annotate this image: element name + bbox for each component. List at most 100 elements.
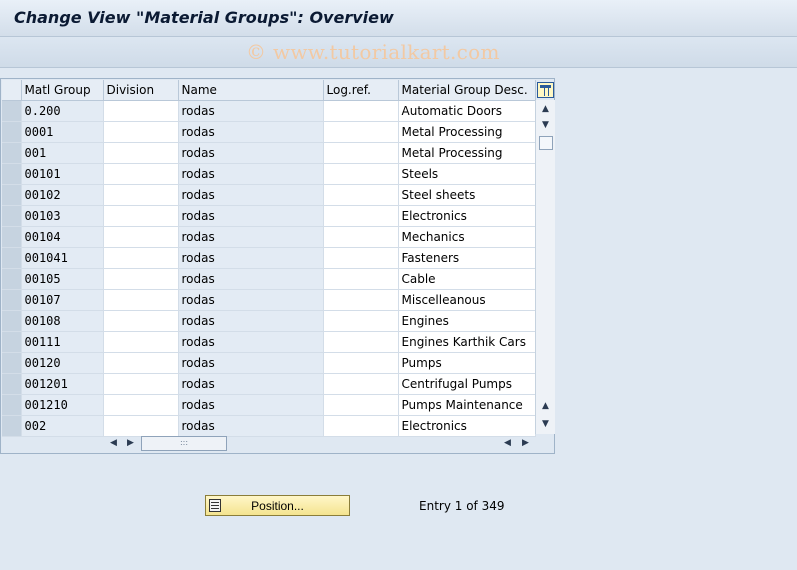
cell-matl-group[interactable]: 001201 bbox=[21, 373, 104, 395]
row-selector[interactable] bbox=[2, 373, 22, 395]
cell-log-ref[interactable] bbox=[323, 352, 399, 374]
cell-log-ref[interactable] bbox=[323, 331, 399, 353]
row-selector[interactable] bbox=[2, 415, 22, 437]
vertical-scrollbar[interactable]: ▲ ▼ ▲ ▼ bbox=[535, 100, 555, 434]
horizontal-scroll-thumb[interactable]: ::: bbox=[141, 436, 227, 451]
cell-division[interactable] bbox=[103, 121, 179, 143]
cell-name[interactable]: rodas bbox=[178, 142, 324, 164]
cell-division[interactable] bbox=[103, 373, 179, 395]
table-settings-icon[interactable] bbox=[537, 82, 554, 98]
cell-material-group-desc[interactable]: Cable bbox=[398, 268, 536, 290]
cell-log-ref[interactable] bbox=[323, 310, 399, 332]
scroll-right-icon[interactable]: ▶ bbox=[122, 436, 139, 450]
scroll-left-icon[interactable]: ◀ bbox=[105, 436, 122, 450]
column-header-matl-group[interactable]: Matl Group bbox=[21, 80, 104, 101]
row-selector[interactable] bbox=[2, 268, 22, 290]
column-header-name[interactable]: Name bbox=[178, 80, 324, 101]
columns-left-icon[interactable]: ◀ bbox=[499, 436, 516, 450]
row-selector[interactable] bbox=[2, 163, 22, 185]
cell-matl-group[interactable]: 0.200 bbox=[21, 100, 104, 122]
cell-name[interactable]: rodas bbox=[178, 268, 324, 290]
cell-matl-group[interactable]: 00111 bbox=[21, 331, 104, 353]
cell-name[interactable]: rodas bbox=[178, 100, 324, 122]
row-selector[interactable] bbox=[2, 184, 22, 206]
cell-matl-group[interactable]: 002 bbox=[21, 415, 104, 437]
horizontal-scrollbar[interactable]: ◀ ▶ ::: ◀ ▶ bbox=[103, 434, 535, 452]
cell-matl-group[interactable]: 001210 bbox=[21, 394, 104, 416]
table-row[interactable]: 001210 rodas Pumps Maintenance bbox=[2, 394, 536, 416]
scroll-down-icon[interactable]: ▼ bbox=[537, 417, 554, 431]
table-row[interactable]: 00107 rodas Miscelleanous bbox=[2, 289, 536, 311]
row-selector[interactable] bbox=[2, 331, 22, 353]
table-row[interactable]: 001201 rodas Centrifugal Pumps bbox=[2, 373, 536, 395]
cell-name[interactable]: rodas bbox=[178, 394, 324, 416]
table-row[interactable]: 0.200 rodas Automatic Doors bbox=[2, 100, 536, 122]
scroll-up-icon[interactable]: ▲ bbox=[537, 102, 554, 116]
table-row[interactable]: 001 rodas Metal Processing bbox=[2, 142, 536, 164]
cell-material-group-desc[interactable]: Miscelleanous bbox=[398, 289, 536, 311]
row-selector[interactable] bbox=[2, 289, 22, 311]
cell-material-group-desc[interactable]: Pumps bbox=[398, 352, 536, 374]
cell-division[interactable] bbox=[103, 331, 179, 353]
cell-material-group-desc[interactable]: Engines Karthik Cars bbox=[398, 331, 536, 353]
cell-material-group-desc[interactable]: Mechanics bbox=[398, 226, 536, 248]
cell-matl-group[interactable]: 00101 bbox=[21, 163, 104, 185]
cell-log-ref[interactable] bbox=[323, 373, 399, 395]
table-row[interactable]: 00105 rodas Cable bbox=[2, 268, 536, 290]
cell-name[interactable]: rodas bbox=[178, 163, 324, 185]
row-selector[interactable] bbox=[2, 142, 22, 164]
row-selector[interactable] bbox=[2, 205, 22, 227]
columns-right-icon[interactable]: ▶ bbox=[517, 436, 534, 450]
cell-log-ref[interactable] bbox=[323, 394, 399, 416]
page-up-icon[interactable]: ▲ bbox=[537, 399, 554, 413]
cell-division[interactable] bbox=[103, 142, 179, 164]
row-selector[interactable] bbox=[2, 226, 22, 248]
row-selector[interactable] bbox=[2, 121, 22, 143]
cell-division[interactable] bbox=[103, 226, 179, 248]
cell-log-ref[interactable] bbox=[323, 121, 399, 143]
table-row[interactable]: 00108 rodas Engines bbox=[2, 310, 536, 332]
cell-name[interactable]: rodas bbox=[178, 373, 324, 395]
row-selector[interactable] bbox=[2, 310, 22, 332]
cell-matl-group[interactable]: 001041 bbox=[21, 247, 104, 269]
cell-log-ref[interactable] bbox=[323, 289, 399, 311]
row-selector[interactable] bbox=[2, 352, 22, 374]
cell-division[interactable] bbox=[103, 100, 179, 122]
cell-matl-group[interactable]: 00108 bbox=[21, 310, 104, 332]
row-selector[interactable] bbox=[2, 100, 22, 122]
table-row[interactable]: 00102 rodas Steel sheets bbox=[2, 184, 536, 206]
cell-name[interactable]: rodas bbox=[178, 331, 324, 353]
cell-name[interactable]: rodas bbox=[178, 352, 324, 374]
cell-matl-group[interactable]: 00107 bbox=[21, 289, 104, 311]
position-button[interactable]: Position... bbox=[205, 495, 350, 516]
table-row[interactable]: 0001 rodas Metal Processing bbox=[2, 121, 536, 143]
cell-division[interactable] bbox=[103, 352, 179, 374]
select-all-header[interactable] bbox=[2, 80, 22, 101]
cell-material-group-desc[interactable]: Steels bbox=[398, 163, 536, 185]
cell-division[interactable] bbox=[103, 268, 179, 290]
cell-material-group-desc[interactable]: Engines bbox=[398, 310, 536, 332]
column-header-material-group-desc[interactable]: Material Group Desc. bbox=[398, 80, 536, 101]
cell-log-ref[interactable] bbox=[323, 163, 399, 185]
cell-material-group-desc[interactable]: Centrifugal Pumps bbox=[398, 373, 536, 395]
cell-matl-group[interactable]: 00103 bbox=[21, 205, 104, 227]
vertical-scroll-thumb[interactable] bbox=[539, 136, 553, 150]
table-row[interactable]: 00120 rodas Pumps bbox=[2, 352, 536, 374]
table-row[interactable]: 001041 rodas Fasteners bbox=[2, 247, 536, 269]
cell-name[interactable]: rodas bbox=[178, 310, 324, 332]
cell-material-group-desc[interactable]: Pumps Maintenance bbox=[398, 394, 536, 416]
cell-name[interactable]: rodas bbox=[178, 205, 324, 227]
cell-matl-group[interactable]: 00105 bbox=[21, 268, 104, 290]
cell-division[interactable] bbox=[103, 394, 179, 416]
cell-division[interactable] bbox=[103, 310, 179, 332]
cell-division[interactable] bbox=[103, 163, 179, 185]
cell-name[interactable]: rodas bbox=[178, 289, 324, 311]
cell-material-group-desc[interactable]: Steel sheets bbox=[398, 184, 536, 206]
cell-division[interactable] bbox=[103, 205, 179, 227]
cell-log-ref[interactable] bbox=[323, 142, 399, 164]
row-selector[interactable] bbox=[2, 394, 22, 416]
table-row[interactable]: 00104 rodas Mechanics bbox=[2, 226, 536, 248]
cell-material-group-desc[interactable]: Metal Processing bbox=[398, 121, 536, 143]
cell-material-group-desc[interactable]: Metal Processing bbox=[398, 142, 536, 164]
cell-log-ref[interactable] bbox=[323, 247, 399, 269]
